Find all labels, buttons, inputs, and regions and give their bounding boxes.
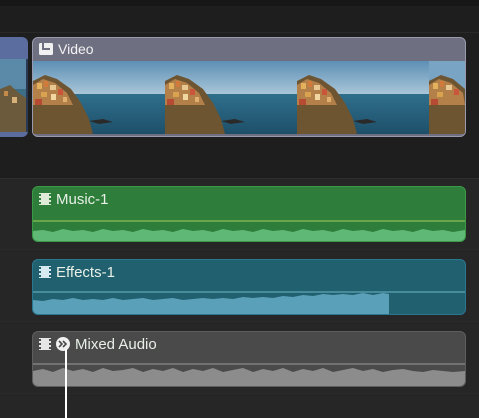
timeline-top-edge (0, 0, 479, 6)
lane-divider (0, 249, 479, 250)
filmstrip-frame (429, 61, 465, 134)
audio-waveform (33, 291, 465, 314)
video-clip[interactable]: Video (32, 37, 466, 137)
audio-waveform (33, 220, 465, 241)
video-clip-label: Video (58, 41, 94, 57)
audio-clip-header: Music-1 (33, 187, 109, 211)
video-filmstrip (33, 61, 465, 134)
audio-clip-mixed[interactable]: Mixed Audio (32, 331, 466, 387)
previous-video-clip[interactable] (0, 37, 28, 137)
audio-clip-effects[interactable]: Effects-1 (32, 259, 466, 315)
filmstrip-frame (297, 61, 429, 134)
connected-clip-icon (39, 43, 53, 55)
filmstrip-icon (39, 266, 51, 278)
lane-divider (0, 178, 479, 179)
filmstrip-icon (39, 193, 51, 205)
compound-clip-icon (56, 337, 70, 351)
playhead[interactable] (65, 349, 67, 418)
audio-clip-label: Mixed Audio (75, 335, 157, 353)
audio-clip-label: Effects-1 (56, 263, 115, 281)
lane-divider (0, 321, 479, 322)
previous-clip-thumbnail (0, 59, 28, 132)
filmstrip-icon (39, 338, 51, 350)
video-clip-header: Video (33, 38, 465, 60)
audio-clip-header: Mixed Audio (33, 332, 157, 356)
lane-divider (0, 393, 479, 394)
filmstrip-frame (165, 61, 297, 134)
filmstrip-frame (33, 61, 165, 134)
audio-clip-header: Effects-1 (33, 260, 115, 284)
audio-clip-music[interactable]: Music-1 (32, 186, 466, 242)
audio-clip-label: Music-1 (56, 190, 109, 208)
audio-waveform (33, 363, 465, 386)
lane-divider (0, 32, 479, 33)
